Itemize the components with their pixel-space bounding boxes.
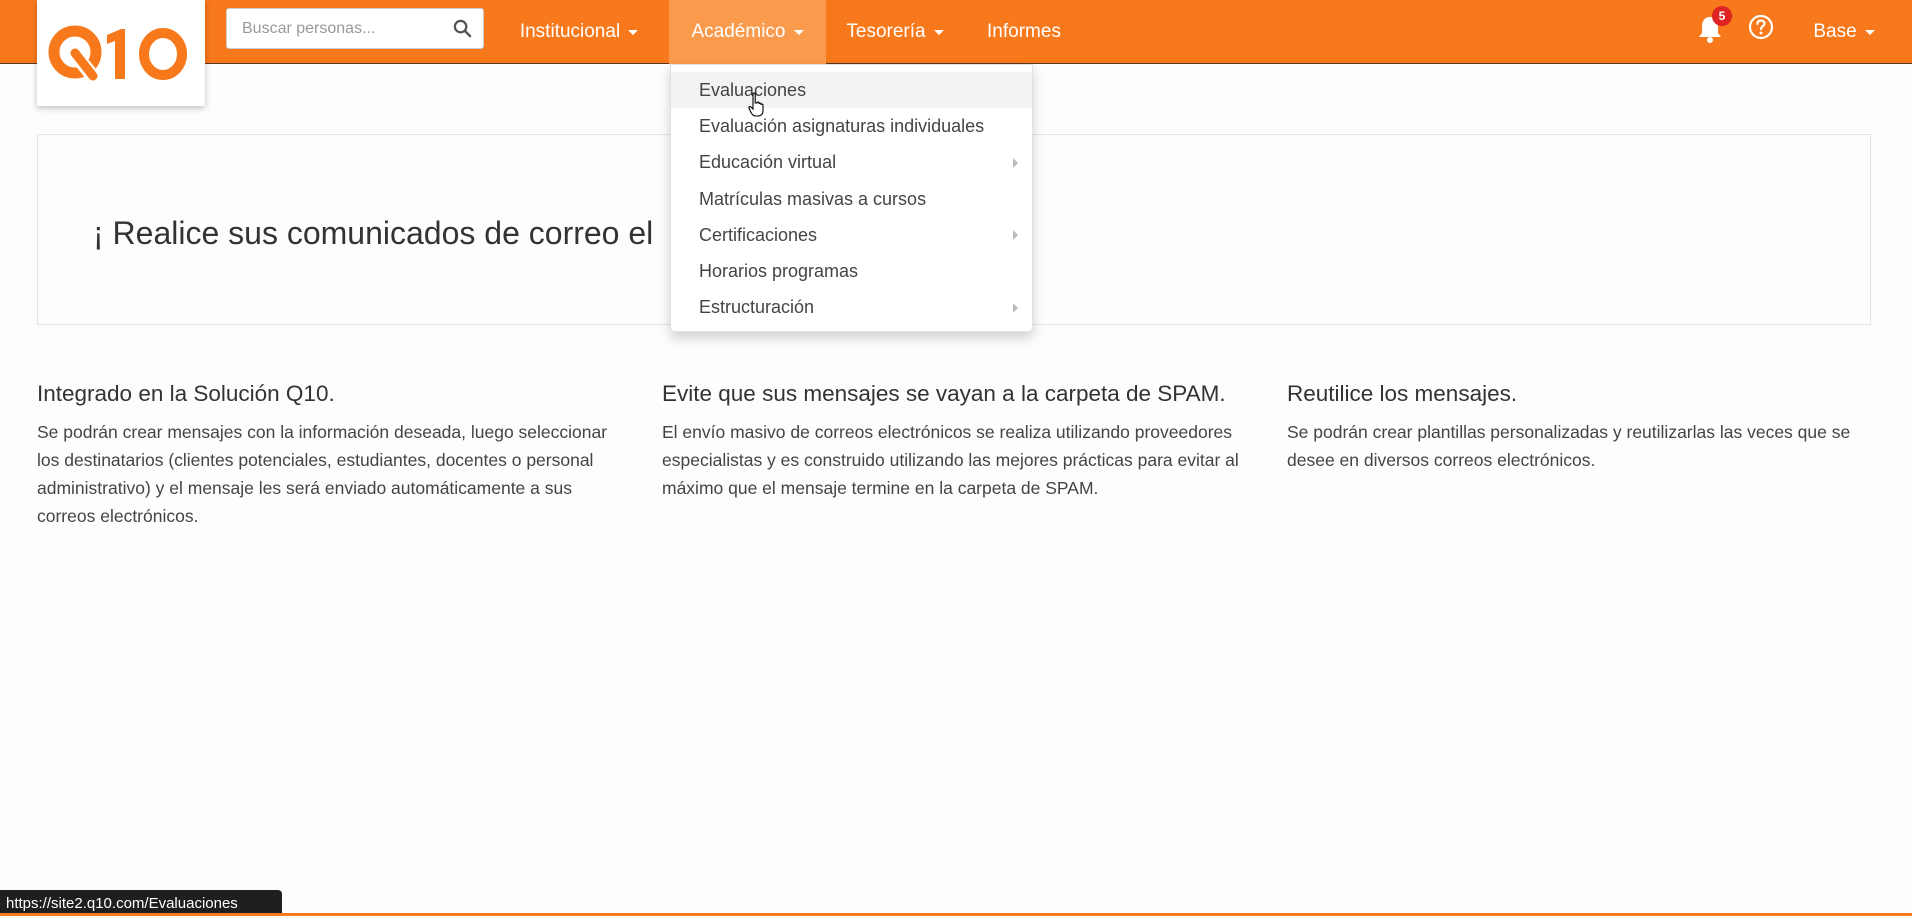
q10-logo-icon [48, 25, 187, 84]
q10-logo[interactable] [37, 0, 205, 106]
search-icon[interactable] [451, 18, 473, 40]
help-icon[interactable] [1748, 14, 1774, 40]
menu-item-educacion-virtual[interactable]: Educación virtual [671, 145, 1032, 181]
hand-pointer-icon [748, 92, 766, 118]
menu-item-label: Horarios programas [699, 261, 859, 282]
feature-title: Evite que sus mensajes se vayan a la car… [662, 381, 1226, 406]
nav-tesoreria-label: Tesorería [846, 21, 926, 42]
chevron-down-icon [1864, 29, 1875, 35]
nav-institucional[interactable]: Institucional [509, 0, 649, 64]
nav-informes[interactable]: Informes [968, 0, 1080, 64]
chevron-down-icon [628, 29, 639, 35]
chevron-right-icon [1013, 157, 1018, 168]
menu-item-matriculas-masivas[interactable]: Matrículas masivas a cursos [671, 181, 1032, 217]
nav-academico[interactable]: Académico [669, 0, 826, 64]
search-input[interactable] [242, 19, 451, 38]
menu-item-certificaciones[interactable]: Certificaciones [671, 217, 1032, 253]
feature-title: Integrado en la Solución Q10. [37, 381, 335, 406]
nav-informes-label: Informes [987, 21, 1061, 42]
search-box[interactable] [226, 8, 484, 49]
menu-item-evaluacion-asignaturas[interactable]: Evaluación asignaturas individuales [671, 108, 1032, 144]
notification-badge: 5 [1712, 6, 1732, 26]
nav-institucional-label: Institucional [519, 21, 621, 42]
menu-item-horarios-programas[interactable]: Horarios programas [671, 253, 1032, 289]
nav-academico-label: Académico [691, 21, 786, 42]
menu-item-estructuracion[interactable]: Estructuración [671, 290, 1032, 326]
chevron-right-icon [1013, 230, 1018, 241]
chevron-down-icon [933, 29, 944, 35]
menu-item-label: Certificaciones [699, 224, 818, 245]
chevron-right-icon [1013, 302, 1018, 313]
user-menu-label: Base [1813, 21, 1857, 42]
hero-title: ¡ Realice sus comunicados de correo el [93, 215, 654, 251]
menu-item-evaluaciones[interactable]: Evaluaciones [671, 72, 1032, 109]
menu-item-label: Estructuración [699, 297, 815, 318]
menu-item-label: Evaluación asignaturas individuales [699, 115, 985, 136]
menu-item-label: Educación virtual [699, 152, 837, 173]
academico-dropdown-menu: Evaluaciones Evaluación asignaturas indi… [670, 64, 1033, 332]
menu-item-label: Matrículas masivas a cursos [699, 188, 927, 209]
feature-title: Reutilice los mensajes. [1287, 381, 1518, 406]
feature-text: El envío masivo de correos electrónicos … [662, 422, 1239, 498]
feature-text: Se podrán crear mensajes con la informac… [37, 422, 608, 526]
feature-reutilice: Reutilice los mensajes. Se podrán crear … [1287, 380, 1867, 474]
feature-text: Se podrán crear plantillas personalizada… [1287, 422, 1851, 470]
user-menu[interactable]: Base [1796, 0, 1892, 64]
top-navbar: Institucional Académico Tesorería Inform… [0, 0, 1912, 106]
feature-spam: Evite que sus mensajes se vayan a la car… [662, 380, 1242, 502]
feature-integrado: Integrado en la Solución Q10. Se podrán … [37, 380, 617, 530]
nav-tesoreria[interactable]: Tesorería [832, 0, 958, 64]
chevron-down-icon [793, 29, 804, 35]
